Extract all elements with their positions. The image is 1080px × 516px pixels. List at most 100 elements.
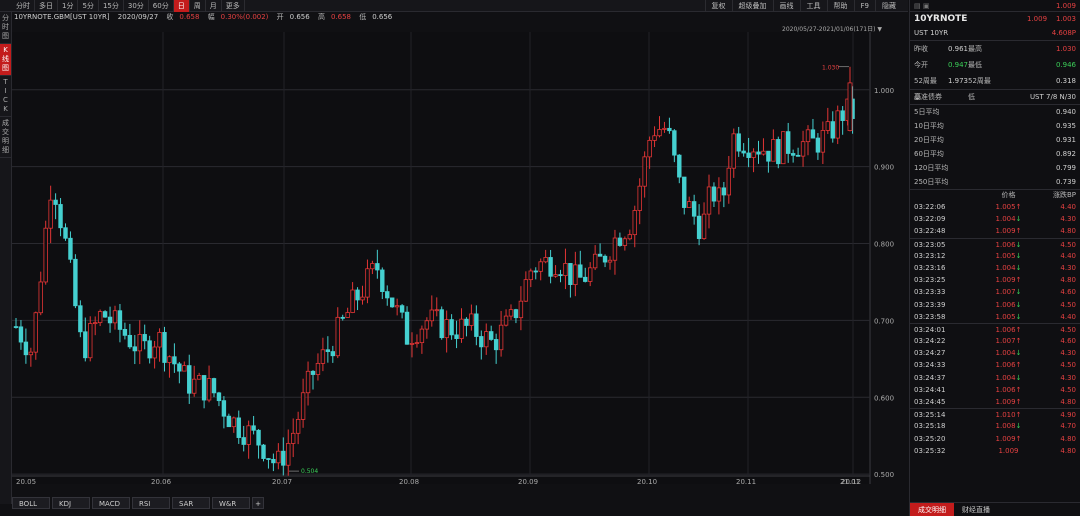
tick-row[interactable]: 03:24:27 1.004↓ 4.30 bbox=[910, 347, 1080, 359]
candle-up bbox=[518, 300, 524, 319]
period-tabs: 分时 多日 1分 5分 15分 30分 60分日周月更多 bbox=[12, 0, 245, 12]
indicator-tab-0[interactable]: BOLL bbox=[12, 497, 50, 509]
tick-row[interactable]: 03:24:41 1.006↑ 4.50 bbox=[910, 384, 1080, 396]
candle-up bbox=[365, 268, 370, 298]
tool-button-2[interactable]: 画线 bbox=[772, 0, 800, 12]
tick-time: 03:22:09 bbox=[914, 215, 946, 224]
tick-row[interactable]: 03:24:33 1.006↑ 4.50 bbox=[910, 359, 1080, 371]
period-tab-5[interactable]: 30分 bbox=[124, 0, 149, 12]
tick-row[interactable]: 03:23:05 1.006↓ 4.50 bbox=[910, 237, 1080, 250]
panel-menu-icon[interactable]: ▤ ▣ bbox=[914, 2, 929, 10]
tick-row[interactable]: 03:23:39 1.006↓ 4.50 bbox=[910, 299, 1080, 311]
period-tab-6[interactable]: 60分 bbox=[149, 0, 174, 12]
candle-down bbox=[558, 274, 563, 277]
period-tab-8[interactable]: 周 bbox=[190, 0, 206, 12]
tick-row[interactable]: 03:22:06 1.005↑ 4.40 bbox=[910, 201, 1080, 213]
candle-down bbox=[13, 326, 19, 328]
tick-row[interactable]: 03:25:18 1.008↓ 4.70 bbox=[910, 420, 1080, 432]
left-tab-char: K bbox=[3, 46, 8, 54]
tick-row[interactable]: 03:23:25 1.009↑ 4.80 bbox=[910, 274, 1080, 286]
tick-row[interactable]: 03:23:16 1.004↓ 4.30 bbox=[910, 262, 1080, 274]
indicator-tab-1[interactable]: KDJ bbox=[52, 497, 90, 509]
indicator-tab-6[interactable]: + bbox=[252, 497, 264, 509]
arrow-down-icon: ↓ bbox=[1015, 422, 1022, 431]
arrow-down-icon: ↓ bbox=[1015, 349, 1022, 358]
ma-value: 0.931 bbox=[1055, 136, 1076, 144]
tick-row[interactable]: 03:22:48 1.009↑ 4.80 bbox=[910, 225, 1080, 237]
tick-row[interactable]: 03:24:01 1.006↑ 4.50 bbox=[910, 322, 1080, 335]
period-tab-0[interactable]: 分时 bbox=[12, 0, 35, 12]
info-open: 0.656 bbox=[289, 13, 310, 21]
left-tab-0[interactable]: 分时图 bbox=[0, 12, 11, 44]
tick-row[interactable]: 03:24:45 1.009↑ 4.80 bbox=[910, 396, 1080, 408]
tick-time: 03:23:12 bbox=[914, 251, 946, 260]
panel-tab-1[interactable]: 财经直播 bbox=[954, 503, 998, 516]
left-tab-3[interactable]: 成交明细 bbox=[0, 117, 11, 158]
info-close-label: 收 bbox=[166, 13, 174, 21]
indicator-tab-2[interactable]: MACD bbox=[92, 497, 130, 509]
period-tab-2[interactable]: 1分 bbox=[58, 0, 79, 12]
tool-button-6[interactable]: 隐藏 bbox=[875, 0, 902, 12]
candle-down bbox=[78, 305, 83, 333]
tick-bp: 4.50 bbox=[1060, 385, 1076, 394]
left-tab-1[interactable]: K线图 bbox=[0, 44, 11, 76]
candle-up bbox=[469, 313, 474, 326]
tool-button-5[interactable]: F9 bbox=[853, 0, 875, 12]
tool-button-3[interactable]: 工具 bbox=[799, 0, 827, 12]
kline-chart[interactable]: 1.000 0.900 0.800 0.700 0.600 0.500 20.05 20.06… bbox=[12, 32, 908, 484]
tick-bp: 4.50 bbox=[1060, 300, 1076, 309]
candle-down bbox=[795, 154, 801, 157]
tick-price: 1.007↑ bbox=[995, 337, 1022, 346]
candle-up bbox=[360, 296, 365, 301]
period-tab-9[interactable]: 月 bbox=[206, 0, 222, 12]
tick-row[interactable]: 03:23:33 1.007↓ 4.60 bbox=[910, 286, 1080, 298]
arrow-up-icon: ↑ bbox=[1015, 361, 1022, 370]
candle-up bbox=[716, 187, 722, 202]
tick-list[interactable]: 03:22:06 1.005↑ 4.40 03:22:09 1.004↓ 4.30 03:2… bbox=[910, 201, 1080, 457]
candle-down bbox=[597, 253, 603, 257]
ma-label: 60日平均 bbox=[914, 150, 944, 158]
candle-down bbox=[721, 187, 727, 196]
candle-down bbox=[251, 425, 256, 431]
period-tab-4[interactable]: 15分 bbox=[99, 0, 124, 12]
candle-up bbox=[394, 305, 400, 308]
tick-row[interactable]: 03:25:14 1.010↑ 4.90 bbox=[910, 408, 1080, 420]
tick-price: 1.005↑ bbox=[995, 203, 1022, 211]
tick-row[interactable]: 03:24:37 1.004↓ 4.30 bbox=[910, 372, 1080, 384]
candle-up bbox=[847, 82, 853, 131]
period-tab-3[interactable]: 5分 bbox=[78, 0, 99, 12]
ma-value: 0.739 bbox=[1055, 178, 1076, 186]
candle-down bbox=[147, 340, 152, 359]
tick-row[interactable]: 03:23:12 1.005↓ 4.40 bbox=[910, 250, 1080, 262]
tool-button-0[interactable]: 复权 bbox=[704, 0, 732, 12]
panel-tab-0[interactable]: 成交明细 bbox=[910, 503, 954, 516]
period-tab-10[interactable]: 更多 bbox=[222, 0, 245, 12]
tick-time: 03:23:16 bbox=[914, 263, 946, 272]
candle-up bbox=[761, 150, 766, 155]
candle-up bbox=[592, 253, 598, 269]
tick-row[interactable]: 03:23:58 1.005↓ 4.40 bbox=[910, 311, 1080, 323]
candle-down bbox=[711, 186, 717, 202]
period-tab-7[interactable]: 日 bbox=[173, 0, 190, 12]
tick-row[interactable]: 03:25:32 1.009 4.80 bbox=[910, 445, 1080, 457]
arrow-up-icon: ↑ bbox=[1015, 411, 1022, 420]
moving-averages: 5日平均 0.940 10日平均 0.935 20日平均 0.931 60日平均 0.892 1… bbox=[910, 105, 1080, 189]
tick-price: 1.004↓ bbox=[995, 373, 1022, 382]
indicator-tab-4[interactable]: SAR bbox=[172, 497, 210, 509]
tick-time: 03:24:37 bbox=[914, 373, 946, 382]
stat-cell: 1.030 bbox=[1055, 45, 1076, 53]
period-tab-1[interactable]: 多日 bbox=[35, 0, 58, 12]
tick-row[interactable]: 03:25:20 1.009↑ 4.80 bbox=[910, 433, 1080, 445]
tick-price: 1.007↓ bbox=[995, 288, 1022, 297]
left-tab-2[interactable]: TICK bbox=[0, 76, 11, 117]
candle-down bbox=[330, 351, 335, 357]
tick-row[interactable]: 03:24:22 1.007↑ 4.60 bbox=[910, 335, 1080, 347]
candle-up bbox=[191, 378, 197, 394]
stat-cell: 1.973 bbox=[947, 77, 968, 85]
indicator-tab-3[interactable]: RSI bbox=[132, 497, 170, 509]
tick-row[interactable]: 03:22:09 1.004↓ 4.30 bbox=[910, 213, 1080, 225]
tool-button-1[interactable]: 超级叠加 bbox=[731, 0, 773, 12]
arrow-up-icon: ↑ bbox=[1015, 276, 1022, 285]
indicator-tab-5[interactable]: W&R bbox=[212, 497, 250, 509]
tool-button-4[interactable]: 帮助 bbox=[826, 0, 854, 12]
